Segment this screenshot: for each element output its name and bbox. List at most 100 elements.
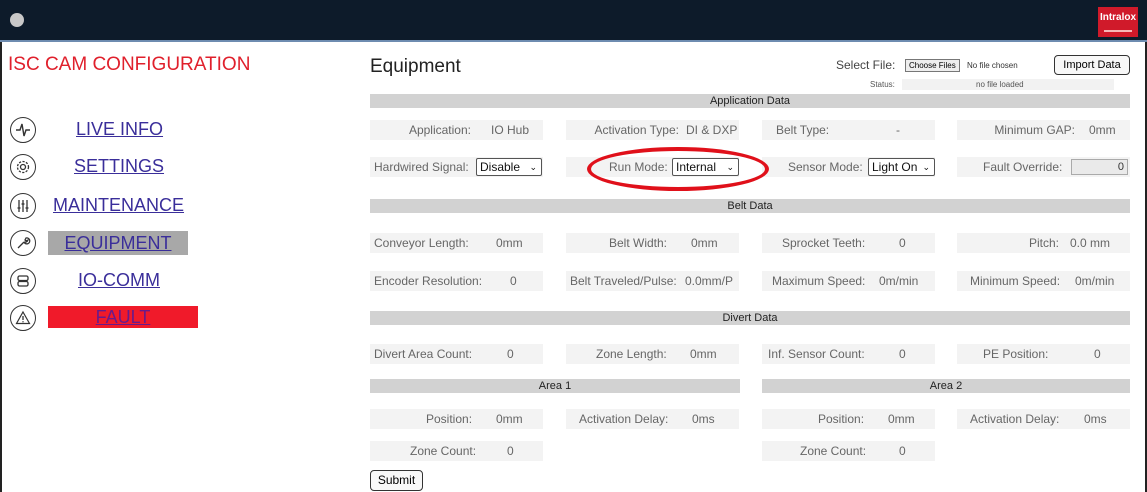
field-label: Belt Width: bbox=[609, 236, 668, 250]
area1-position-field: Position: 0mm bbox=[370, 409, 543, 429]
minimum-gap-field: Minimum GAP: 0mm bbox=[957, 120, 1130, 140]
field-value: IO Hub bbox=[491, 123, 530, 137]
warning-icon bbox=[10, 305, 36, 331]
encoder-resolution-field: Encoder Resolution: 0 bbox=[370, 271, 543, 291]
belt-traveled-field: Belt Traveled/Pulse: 0.0mm/P bbox=[566, 271, 739, 291]
submit-button[interactable]: Submit bbox=[370, 470, 423, 491]
conveyor-length-field: Conveyor Length: 0mm bbox=[370, 233, 543, 253]
belt-type-field: Belt Type: - bbox=[762, 120, 935, 140]
server-icon bbox=[10, 268, 36, 294]
page-title: Equipment bbox=[370, 56, 461, 77]
field-value: 0mm bbox=[888, 412, 915, 426]
field-label: Application: bbox=[408, 123, 471, 137]
pitch-field: Pitch: 0.0 mm bbox=[957, 233, 1130, 253]
status-value: no file loaded bbox=[902, 79, 1114, 90]
sidebar-item-maintenance[interactable]: MAINTENANCE bbox=[10, 193, 192, 221]
field-label: Activation Delay: bbox=[579, 412, 669, 426]
application-field: Application: IO Hub bbox=[370, 120, 543, 140]
sidebar-item-label[interactable]: FAULT bbox=[48, 306, 198, 328]
sidebar-item-equipment[interactable]: EQUIPMENT bbox=[10, 230, 192, 258]
field-value: 0 bbox=[899, 236, 906, 250]
maximum-speed-field: Maximum Speed: 0m/min bbox=[762, 271, 935, 291]
field-value: - bbox=[896, 123, 900, 137]
field-value: 0m/min bbox=[1075, 274, 1115, 288]
top-bar: Intralox bbox=[0, 0, 1147, 42]
pulse-icon bbox=[10, 117, 36, 143]
field-value: 0.0mm/P bbox=[685, 274, 734, 288]
field-value: 0mm bbox=[496, 412, 523, 426]
field-label: Minimum GAP: bbox=[994, 123, 1075, 137]
hardwired-signal-field: Hardwired Signal: Disable ⌄ bbox=[370, 157, 543, 177]
field-value: 0ms bbox=[692, 412, 715, 426]
sidebar-item-settings[interactable]: SETTINGS bbox=[10, 154, 192, 182]
fault-override-field: Fault Override: 0 bbox=[957, 157, 1130, 177]
run-mode-highlight-circle bbox=[587, 147, 769, 191]
field-label: Position: bbox=[426, 412, 473, 426]
sprocket-teeth-field: Sprocket Teeth: 0 bbox=[762, 233, 935, 253]
status-label: Status: bbox=[870, 80, 895, 89]
field-value: 0mm bbox=[690, 347, 717, 361]
field-value: 0mm bbox=[496, 236, 523, 250]
field-value: 0mm bbox=[1089, 123, 1116, 137]
field-value: 0m/min bbox=[879, 274, 919, 288]
area1-zone-count-field: Zone Count: 0 bbox=[370, 441, 543, 461]
sidebar-item-label[interactable]: EQUIPMENT bbox=[48, 231, 188, 255]
field-value: 0mm bbox=[691, 236, 718, 250]
section-header-area-2: Area 2 bbox=[762, 379, 1130, 393]
sidebar-item-label[interactable]: LIVE INFO bbox=[76, 119, 163, 140]
field-value: DI & DXP bbox=[686, 123, 738, 137]
fault-override-input[interactable]: 0 bbox=[1071, 159, 1128, 175]
activation-type-field: Activation Type: DI & DXP bbox=[566, 120, 739, 140]
field-value: 0ms bbox=[1084, 412, 1107, 426]
hardwired-signal-select[interactable]: Disable ⌄ bbox=[476, 158, 542, 176]
section-header-application: Application Data bbox=[370, 94, 1130, 108]
sensor-mode-field: Sensor Mode: Light On ⌄ bbox=[762, 157, 935, 177]
import-data-button[interactable]: Import Data bbox=[1054, 55, 1130, 75]
chosen-file-text: No file chosen bbox=[967, 61, 1018, 70]
section-header-divert: Divert Data bbox=[370, 311, 1130, 325]
field-label: Maximum Speed: bbox=[772, 274, 866, 288]
field-label: Divert Area Count: bbox=[374, 347, 473, 361]
minimum-speed-field: Minimum Speed: 0m/min bbox=[957, 271, 1130, 291]
field-label: Minimum Speed: bbox=[970, 274, 1061, 288]
field-label: PE Position: bbox=[983, 347, 1049, 361]
field-value: 0 bbox=[507, 347, 514, 361]
field-value: 0 bbox=[899, 347, 906, 361]
field-label: Sprocket Teeth: bbox=[782, 236, 866, 250]
field-label: Fault Override: bbox=[983, 160, 1063, 174]
area2-activation-delay-field: Activation Delay: 0ms bbox=[957, 409, 1130, 429]
gear-icon bbox=[10, 154, 36, 180]
sidebar-item-label[interactable]: MAINTENANCE bbox=[53, 195, 184, 216]
sidebar-item-fault[interactable]: FAULT bbox=[10, 305, 198, 333]
field-label: Pitch: bbox=[1029, 236, 1060, 250]
field-label: Inf. Sensor Count: bbox=[768, 347, 865, 361]
sidebar-item-label[interactable]: IO-COMM bbox=[78, 270, 160, 291]
inf-sensor-count-field: Inf. Sensor Count: 0 bbox=[762, 344, 935, 364]
chevron-down-icon: ⌄ bbox=[922, 162, 930, 172]
sensor-mode-select[interactable]: Light On ⌄ bbox=[868, 158, 935, 176]
sidebar-item-live-info[interactable]: LIVE INFO bbox=[10, 117, 192, 145]
area1-activation-delay-field: Activation Delay: 0ms bbox=[566, 409, 739, 429]
wrench-icon bbox=[10, 230, 36, 256]
area2-zone-count-field: Zone Count: 0 bbox=[762, 441, 935, 461]
section-header-area-1: Area 1 bbox=[370, 379, 740, 393]
sidebar-item-label[interactable]: SETTINGS bbox=[74, 156, 164, 177]
field-label: Zone Count: bbox=[800, 444, 867, 458]
divert-area-count-field: Divert Area Count: 0 bbox=[370, 344, 543, 364]
field-label: Belt Type: bbox=[776, 123, 830, 137]
field-label: Sensor Mode: bbox=[788, 160, 863, 174]
status-dot-icon bbox=[10, 13, 24, 27]
intralox-logo: Intralox bbox=[1098, 7, 1138, 37]
sliders-icon bbox=[10, 193, 36, 219]
field-value: 0 bbox=[510, 274, 517, 288]
app-title: ISC CAM CONFIGURATION bbox=[8, 54, 251, 75]
sidebar-item-io-comm[interactable]: IO-COMM bbox=[10, 268, 192, 296]
field-label: Zone Length: bbox=[596, 347, 667, 361]
select-file-label: Select File: bbox=[836, 58, 896, 72]
choose-files-button[interactable]: Choose Files bbox=[905, 59, 960, 72]
section-header-belt: Belt Data bbox=[370, 199, 1130, 213]
field-label: Zone Count: bbox=[410, 444, 477, 458]
chevron-down-icon: ⌄ bbox=[529, 162, 537, 172]
area2-position-field: Position: 0mm bbox=[762, 409, 935, 429]
field-value: 0 bbox=[899, 444, 906, 458]
